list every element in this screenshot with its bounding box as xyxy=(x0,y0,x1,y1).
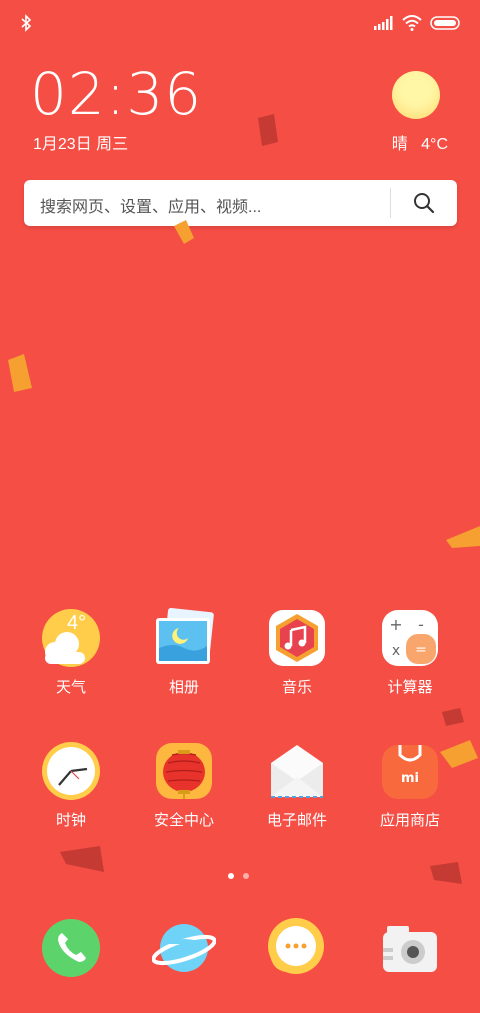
app-clock[interactable]: 时钟 xyxy=(21,741,121,830)
app-music[interactable]: 音乐 xyxy=(247,608,347,697)
page-dot[interactable] xyxy=(243,873,249,879)
music-app-icon xyxy=(267,608,327,668)
app-gallery[interactable]: 相册 xyxy=(134,608,234,697)
page-dot-active[interactable] xyxy=(228,873,234,879)
app-email[interactable]: 电子邮件 xyxy=(247,741,347,830)
app-weather[interactable]: 4° 天气 xyxy=(21,608,121,697)
svg-text:-: - xyxy=(418,615,424,634)
app-security[interactable]: 安全中心 xyxy=(134,741,234,830)
clock-app-icon xyxy=(41,741,101,801)
app-store-icon: mi xyxy=(380,741,440,801)
app-label: 电子邮件 xyxy=(266,812,327,829)
email-app-icon xyxy=(267,741,327,801)
phone-icon[interactable] xyxy=(41,918,101,978)
app-calculator[interactable]: + - x = 计算器 xyxy=(360,608,460,697)
camera-icon[interactable] xyxy=(379,918,439,978)
app-label: 安全中心 xyxy=(153,812,214,829)
security-app-icon xyxy=(154,741,214,801)
app-label: 相册 xyxy=(168,679,199,696)
weather-app-icon: 4° xyxy=(41,608,101,668)
svg-text:=: = xyxy=(415,642,427,658)
confetti-decoration xyxy=(8,114,480,884)
page-indicator[interactable] xyxy=(228,873,249,879)
app-label: 时钟 xyxy=(55,812,86,829)
app-label: 音乐 xyxy=(281,679,312,696)
app-store[interactable]: mi 应用商店 xyxy=(360,741,460,830)
messages-icon[interactable] xyxy=(266,918,326,978)
app-label: 天气 xyxy=(55,679,86,696)
weather-app-badge: 4° xyxy=(67,612,87,634)
app-label: 计算器 xyxy=(387,679,433,696)
calculator-app-icon: + - x = xyxy=(380,608,440,668)
app-store-badge: mi xyxy=(401,771,419,786)
svg-text:x: x xyxy=(392,643,400,659)
browser-icon[interactable] xyxy=(151,918,217,978)
gallery-app-icon xyxy=(154,608,214,668)
app-label: 应用商店 xyxy=(379,812,440,829)
svg-text:+: + xyxy=(389,615,402,634)
